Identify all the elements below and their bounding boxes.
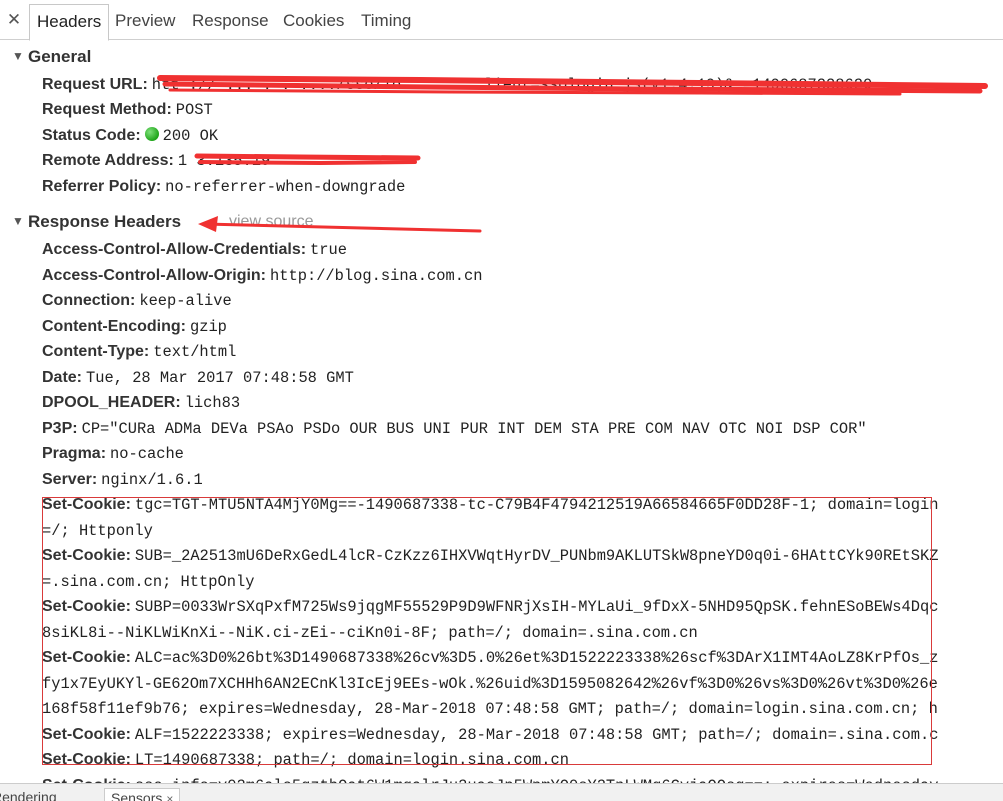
header-key: Set-Cookie:: [42, 547, 131, 564]
header-value: SUBP=0033WrSXqPxfM725Ws9jqgMF55529P9D9WF…: [134, 598, 939, 616]
section-general-toggle[interactable]: ▼ General: [12, 47, 91, 69]
general-row-status-code: Status Code: 200 OK: [42, 124, 218, 148]
response-header-row: DPOOL_HEADER: lich83: [42, 391, 240, 415]
set-cookie-continuation: 8siKL8i--NiKLWiKnXi--NiK.ci-zEi--ciKn0i-…: [42, 624, 698, 642]
request-url-key: Request URL:: [42, 76, 148, 93]
header-key: Connection:: [42, 292, 136, 309]
response-header-row: P3P: CP="CURa ADMa DEVa PSAo PSDo OUR BUS…: [42, 417, 867, 441]
response-header-row: Date: Tue, 28 Mar 2017 07:48:58 GMT: [42, 366, 354, 390]
header-value: ALC=ac%3D0%26bt%3D1490687338%26cv%3D5.0%…: [134, 649, 939, 667]
general-row-request-method: Request Method: POST: [42, 98, 213, 122]
close-icon[interactable]: ×: [166, 792, 173, 801]
header-value: text/html: [153, 343, 237, 361]
header-value: no-cache: [110, 445, 184, 463]
response-header-row: Access-Control-Allow-Credentials: true: [42, 238, 347, 262]
set-cookie-row: Set-Cookie: ALF=1522223338; expires=Wedne…: [42, 723, 938, 747]
referrer-policy-value: no-referrer-when-downgrade: [165, 178, 406, 196]
request-method-value: POST: [175, 101, 213, 119]
drawer-tab-sensors[interactable]: Sensors ×: [104, 788, 181, 801]
response-header-row: Content-Type: text/html: [42, 340, 236, 364]
header-key: Content-Encoding:: [42, 318, 186, 335]
status-ok-icon: [144, 127, 159, 141]
header-key: DPOOL_HEADER:: [42, 394, 181, 411]
response-header-row: Content-Encoding: gzip: [42, 315, 227, 339]
collapse-triangle-icon: ▼: [12, 214, 24, 228]
drawer-tab-rendering[interactable]: Rendering: [0, 788, 63, 801]
set-cookie-row: Set-Cookie: ALC=ac%3D0%26bt%3D1490687338%…: [42, 646, 938, 670]
tab-timing[interactable]: Timing: [354, 4, 418, 40]
tab-cookies[interactable]: Cookies: [276, 4, 351, 40]
header-value: http://blog.sina.com.cn: [270, 267, 483, 285]
response-header-row: Server: nginx/1.6.1: [42, 468, 203, 492]
section-response-headers-toggle[interactable]: ▼ Response Headers: [12, 212, 181, 234]
section-response-headers-title: Response Headers: [28, 212, 182, 231]
remote-address-key: Remote Address:: [42, 152, 174, 169]
header-value: LT=1490687338; path=/; domain=login.sina…: [134, 751, 569, 769]
header-key: Set-Cookie:: [42, 649, 131, 666]
header-key: Content-Type:: [42, 343, 150, 360]
panel-tab-bar: ✕ Headers Preview Response Cookies Timin…: [0, 0, 1003, 41]
set-cookie-row: Set-Cookie: tgc=TGT-MTU5NTA4MjY0Mg==-1490…: [42, 493, 938, 517]
collapse-triangle-icon: ▼: [12, 49, 24, 63]
tab-headers[interactable]: Headers: [29, 4, 110, 41]
header-value: true: [310, 241, 347, 259]
set-cookie-continuation: fy1x7EyUKYl-GE62Om7XCHHh6AN2ECnKl3IcEj9E…: [42, 675, 938, 693]
header-key: Set-Cookie:: [42, 598, 131, 615]
response-header-row: Access-Control-Allow-Origin: http://blog.…: [42, 264, 482, 288]
set-cookie-row: Set-Cookie: LT=1490687338; path=/; domain…: [42, 748, 569, 772]
set-cookie-continuation: =/; Httponly: [42, 522, 153, 540]
header-key: Access-Control-Allow-Credentials:: [42, 241, 307, 258]
header-value: ALF=1522223338; expires=Wednesday, 28-Ma…: [134, 726, 939, 744]
request-method-key: Request Method:: [42, 101, 172, 118]
header-key: P3P:: [42, 420, 78, 437]
response-header-row: Connection: keep-alive: [42, 289, 232, 313]
status-code-key: Status Code:: [42, 127, 141, 144]
header-key: Access-Control-Allow-Origin:: [42, 267, 267, 284]
view-source-link[interactable]: view source: [229, 213, 313, 231]
tab-preview[interactable]: Preview: [108, 4, 182, 40]
close-icon[interactable]: ✕: [5, 10, 23, 30]
tab-response[interactable]: Response: [185, 4, 276, 40]
header-key: Server:: [42, 471, 98, 488]
header-value: CP="CURa ADMa DEVa PSAo PSDo OUR BUS UNI…: [81, 420, 867, 438]
response-header-row: Pragma: no-cache: [42, 442, 184, 466]
general-row-request-url: Request URL: htt :// ... . . ..../sso/lo …: [42, 73, 872, 97]
status-code-value: 200 OK: [162, 127, 219, 145]
header-value: gzip: [189, 318, 227, 336]
header-key: Set-Cookie:: [42, 496, 131, 513]
header-key: Set-Cookie:: [42, 726, 131, 743]
header-value: nginx/1.6.1: [101, 471, 203, 489]
general-row-referrer-policy: Referrer Policy: no-referrer-when-downgra…: [42, 175, 405, 199]
header-key: Pragma:: [42, 445, 107, 462]
header-value: lich83: [184, 394, 241, 412]
set-cookie-row: Set-Cookie: SUB=_2A2513mU6DeRxGedL4lcR-Cz…: [42, 544, 938, 568]
general-row-remote-address: Remote Address: 1 3.135.19: [42, 149, 270, 173]
header-value: tgc=TGT-MTU5NTA4MjY0Mg==-1490687338-tc-C…: [134, 496, 939, 514]
request-url-value: htt :// ... . . ..../sso/lo ... . ..lien…: [151, 76, 873, 94]
header-value: keep-alive: [139, 292, 232, 310]
set-cookie-continuation: 168f58f11ef9b76; expires=Wednesday, 28-M…: [42, 700, 938, 718]
section-general-title: General: [28, 47, 92, 66]
header-key: Set-Cookie:: [42, 751, 131, 768]
drawer-tab-sensors-label: Sensors: [111, 790, 163, 801]
bottom-drawer: Rendering Sensors×: [0, 783, 1003, 801]
annotation-arrow-head: [198, 216, 218, 232]
remote-address-value: 1 3.135.19: [177, 152, 271, 170]
header-value: SUB=_2A2513mU6DeRxGedL4lcR-CzKzz6IHXVWqt…: [134, 547, 939, 565]
set-cookie-row: Set-Cookie: SUBP=0033WrSXqPxfM725Ws9jqgMF…: [42, 595, 938, 619]
set-cookie-continuation: =.sina.com.cn; HttpOnly: [42, 573, 255, 591]
referrer-policy-key: Referrer Policy:: [42, 178, 162, 195]
header-value: Tue, 28 Mar 2017 07:48:58 GMT: [86, 369, 354, 387]
header-key: Date:: [42, 369, 83, 386]
